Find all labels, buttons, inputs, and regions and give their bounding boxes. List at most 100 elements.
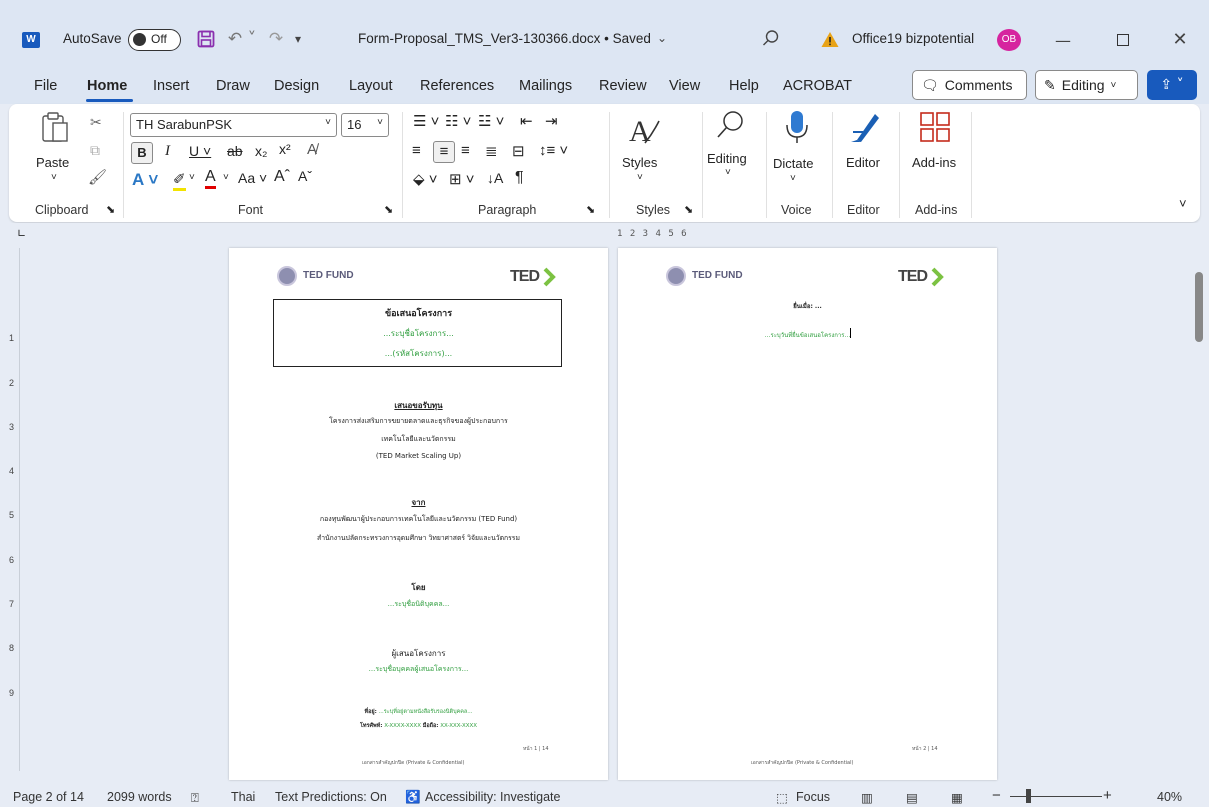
addins-icon[interactable] [917, 109, 953, 145]
tab-selector-icon[interactable]: ∟ [17, 227, 26, 240]
accessibility-icon[interactable]: ♿ [405, 790, 421, 805]
subscript-icon[interactable]: x₂ [255, 143, 267, 159]
vertical-scrollbar-thumb[interactable] [1195, 272, 1203, 342]
font-size-box[interactable]: 16 ˅ [341, 113, 389, 137]
focus-button[interactable]: Focus [796, 790, 830, 804]
read-mode-icon[interactable]: ▥ [861, 790, 873, 805]
dictate-label[interactable]: Dictate [773, 156, 813, 171]
dialog-launcher-icon[interactable]: ⬊ [384, 203, 393, 216]
user-name[interactable]: Office19 bizpotential [852, 31, 974, 46]
line-spacing-icon[interactable]: ↕≡ ˅ [539, 142, 568, 159]
minimize-icon[interactable]: — [1053, 30, 1073, 50]
superscript-icon[interactable]: x² [279, 141, 291, 157]
align-right-icon[interactable]: ≡ [461, 142, 470, 159]
borders-icon[interactable]: ⊞ ˅ [449, 170, 475, 188]
paste-icon[interactable] [37, 109, 73, 145]
chevron-down-icon[interactable]: ˅ [223, 172, 229, 183]
numbering-icon[interactable]: ☷ ˅ [445, 112, 471, 130]
copy-icon[interactable]: ⧉ [90, 142, 100, 159]
text-effects-icon[interactable]: A ˅ [132, 170, 158, 190]
chevron-down-icon[interactable]: ˅ [189, 172, 195, 183]
format-painter-icon[interactable]: 🖌 [88, 168, 107, 186]
decrease-indent-icon[interactable]: ⇤ [520, 112, 533, 130]
paste-label[interactable]: Paste [36, 155, 69, 170]
warning-icon[interactable] [820, 29, 840, 49]
print-layout-icon[interactable]: ▤ [906, 790, 918, 805]
text-predictions-status[interactable]: Text Predictions: On [275, 790, 387, 804]
maximize-icon[interactable] [1113, 30, 1133, 50]
justify-icon[interactable]: ≣ [485, 142, 498, 160]
tab-mailings[interactable]: Mailings [519, 78, 572, 94]
user-avatar[interactable]: OB [997, 29, 1021, 51]
share-button[interactable]: ⇪ ˅ [1147, 70, 1197, 100]
tab-review[interactable]: Review [599, 78, 647, 94]
chevron-down-icon[interactable]: ˅ [51, 172, 57, 183]
font-color-icon[interactable]: A [205, 168, 216, 189]
microphone-icon[interactable] [779, 109, 815, 145]
redo-icon[interactable]: ↷ [264, 28, 288, 50]
editing-label[interactable]: Editing [707, 151, 747, 166]
dialog-launcher-icon[interactable]: ⬊ [106, 203, 115, 216]
bullets-icon[interactable]: ☰ ˅ [413, 112, 439, 130]
dialog-launcher-icon[interactable]: ⬊ [586, 203, 595, 216]
tab-help[interactable]: Help [729, 78, 759, 94]
editing-mode-button[interactable]: ✎ Editing ˅ [1035, 70, 1138, 100]
tab-home[interactable]: Home [87, 78, 127, 94]
distributed-icon[interactable]: ⊟ [512, 142, 525, 160]
sort-icon[interactable]: ↓A [487, 170, 503, 186]
customize-toolbar-icon[interactable]: ▾ [290, 30, 306, 48]
zoom-level[interactable]: 40% [1157, 790, 1182, 804]
change-case-icon[interactable]: Aa ˅ [238, 170, 267, 186]
zoom-slider-track[interactable] [1010, 796, 1102, 797]
undo-icon[interactable]: ↶ ˅ [222, 28, 262, 50]
tab-insert[interactable]: Insert [153, 78, 189, 94]
document-title[interactable]: Form-Proposal_TMS_Ver3-130366.docx • Sav… [358, 31, 651, 46]
tab-draw[interactable]: Draw [216, 78, 250, 94]
tab-layout[interactable]: Layout [349, 78, 393, 94]
cut-icon[interactable]: ✂ [90, 114, 102, 131]
strikethrough-icon[interactable]: ab [227, 143, 243, 159]
zoom-in-icon[interactable]: + [1103, 787, 1112, 804]
tab-acrobat[interactable]: ACROBAT [783, 78, 852, 94]
proofing-icon[interactable]: ⍰ [191, 790, 199, 806]
focus-icon[interactable]: ⬚ [776, 790, 788, 805]
grow-font-icon[interactable]: Aˆ [274, 168, 290, 186]
save-icon[interactable] [196, 29, 216, 49]
addins-label[interactable]: Add-ins [912, 155, 956, 170]
font-name-box[interactable]: TH SarabunPSK ˅ [130, 113, 337, 137]
page-indicator[interactable]: Page 2 of 14 [13, 790, 84, 804]
chevron-down-icon[interactable]: ˅ [725, 167, 731, 178]
tab-view[interactable]: View [669, 78, 700, 94]
highlight-icon[interactable]: ✐ [173, 170, 186, 191]
autosave-toggle[interactable]: Off [128, 29, 181, 51]
web-layout-icon[interactable]: ▦ [951, 790, 963, 805]
shading-icon[interactable]: ⬙ ˅ [413, 170, 437, 188]
document-page-2[interactable]: TED FUND TED ยื่นเมื่อ: ... ...ระบุวันที… [618, 248, 997, 780]
find-icon[interactable] [713, 107, 749, 143]
collapse-ribbon-icon[interactable]: ˅ [1179, 196, 1187, 211]
editor-label[interactable]: Editor [846, 155, 880, 170]
styles-icon[interactable]: A [626, 112, 662, 148]
comments-button[interactable]: 🗨 Comments [912, 70, 1027, 100]
search-icon[interactable] [760, 27, 782, 49]
align-center-icon[interactable]: ≡ [433, 141, 455, 163]
word-count[interactable]: 2099 words [107, 790, 172, 804]
underline-icon[interactable]: U ˅ [189, 143, 211, 159]
chevron-down-icon[interactable]: ˅ [790, 173, 796, 184]
tab-references[interactable]: References [420, 78, 494, 94]
clear-formatting-icon[interactable]: A̸ [307, 141, 317, 158]
tab-design[interactable]: Design [274, 78, 319, 94]
document-page-1[interactable]: TED FUND TED ข้อเสนอโครงการ ...ระบุชื่อโ… [229, 248, 608, 780]
dialog-launcher-icon[interactable]: ⬊ [684, 203, 693, 216]
multilevel-list-icon[interactable]: ☳ ˅ [478, 112, 504, 130]
tab-file[interactable]: File [34, 78, 57, 94]
close-icon[interactable]: ✕ [1168, 28, 1192, 50]
accessibility-status[interactable]: Accessibility: Investigate [425, 790, 560, 804]
ruler-scale[interactable]: 1 2 3 4 5 6 [617, 229, 1000, 241]
shrink-font-icon[interactable]: Aˇ [298, 168, 312, 184]
show-formatting-icon[interactable]: ¶ [515, 169, 524, 187]
language-indicator[interactable]: Thai [231, 790, 255, 804]
styles-label[interactable]: Styles [622, 155, 657, 170]
zoom-slider-thumb[interactable] [1026, 789, 1031, 803]
bold-icon[interactable]: B [131, 142, 153, 164]
